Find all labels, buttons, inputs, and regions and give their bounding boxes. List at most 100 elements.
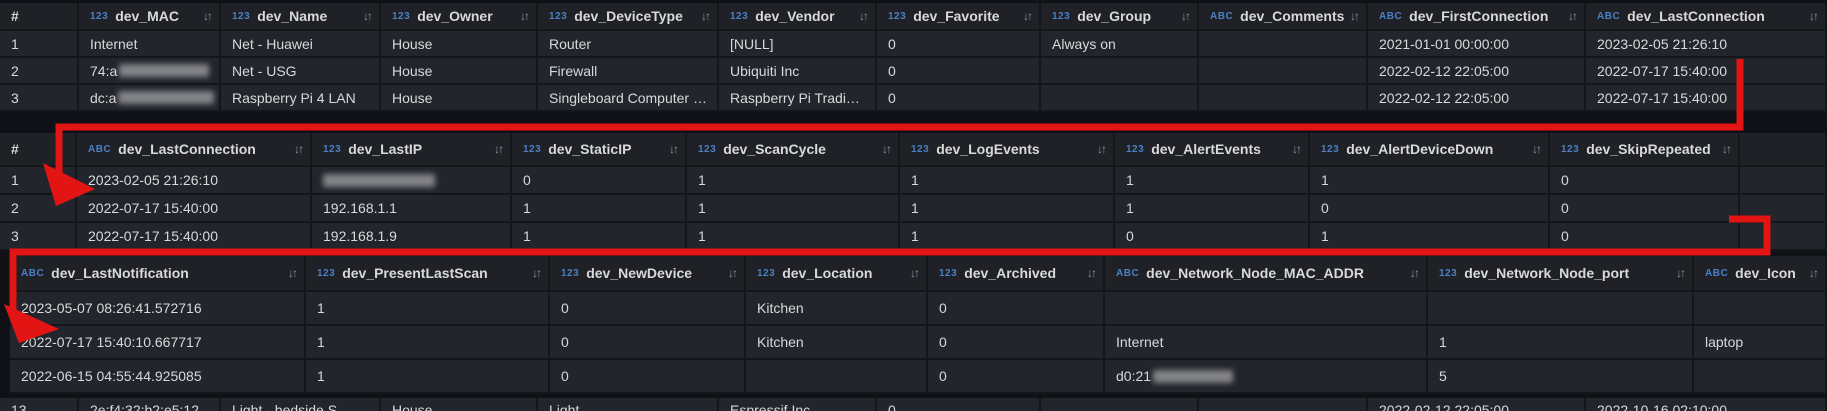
- header-label: dev_AlertDeviceDown: [1346, 141, 1493, 157]
- sort-icon[interactable]: ↓↑: [1097, 142, 1113, 156]
- header-label: #: [11, 8, 19, 24]
- table-cell-#: 2: [0, 195, 77, 223]
- header-label: dev_DeviceType: [574, 8, 683, 24]
- sort-icon[interactable]: ↓↑: [882, 142, 898, 156]
- column-header-dev_Favorite[interactable]: 123dev_Favorite↓↑: [877, 3, 1041, 31]
- column-header-dev_LastConnection[interactable]: ABCdev_LastConnection↓↑: [1586, 3, 1827, 31]
- table-row: 132e:f4:32:b2:e5:12Light - bedside S…Hou…: [0, 398, 1827, 411]
- sort-icon[interactable]: ↓↑: [1410, 266, 1426, 280]
- sort-icon[interactable]: ↓↑: [910, 266, 926, 280]
- column-header-dev_Icon[interactable]: ABCdev_Icon↓↑: [1694, 256, 1827, 292]
- table-cell-dev_PresentLastScan: 1: [306, 326, 550, 360]
- table-cell-dev_Favorite: 0: [877, 58, 1041, 85]
- redacted-blur: [118, 91, 214, 104]
- sort-icon[interactable]: ↓↑: [1087, 266, 1103, 280]
- column-header-dev_Location[interactable]: 123dev_Location↓↑: [746, 256, 928, 292]
- column-header-dev_ScanCycle[interactable]: 123dev_ScanCycle↓↑: [687, 133, 900, 167]
- header-label: dev_LastNotification: [51, 265, 189, 281]
- column-header-dev_Network_Node_port[interactable]: 123 dev_Network_Node_port ↓↑: [1428, 256, 1694, 292]
- sort-icon[interactable]: ↓↑: [669, 142, 685, 156]
- numeric-type-icon: 123: [232, 11, 250, 22]
- table-cell-dev_Archived: 0: [928, 292, 1105, 326]
- numeric-type-icon: 123: [1126, 144, 1144, 155]
- numeric-type-icon: 123: [323, 144, 341, 155]
- sort-icon[interactable]: ↓↑: [1292, 142, 1308, 156]
- header-label: dev_LogEvents: [936, 141, 1039, 157]
- column-header-dev_StaticIP[interactable]: 123dev_StaticIP↓↑: [512, 133, 687, 167]
- string-type-icon: ABC: [1116, 268, 1139, 279]
- table-cell-dev_NewDevice: 0: [550, 360, 746, 394]
- header-label: dev_Name: [257, 8, 327, 24]
- column-header-dev_LastConnection[interactable]: ABCdev_LastConnection↓↑: [77, 133, 312, 167]
- column-header-dev_Group[interactable]: 123dev_Group↓↑: [1041, 3, 1199, 31]
- numeric-type-icon: 123: [1321, 144, 1339, 155]
- column-header-dev_Vendor[interactable]: 123dev_Vendor↓↑: [719, 3, 877, 31]
- sort-icon[interactable]: ↓↑: [1809, 9, 1825, 23]
- column-header-dev_AlertDeviceDown[interactable]: 123 dev_AlertDeviceDown ↓↑: [1310, 133, 1550, 167]
- table-row: 2023-05-07 08:26:41.57271610Kitchen0: [10, 292, 1827, 326]
- table-cell-dev_Comments: [1199, 58, 1368, 85]
- table-cell-dev_Network_Node_MAC_ADDR: Internet: [1105, 326, 1428, 360]
- sort-icon[interactable]: ↓↑: [859, 9, 875, 23]
- sort-icon[interactable]: ↓↑: [203, 9, 219, 23]
- table-cell-dev_Comments: [1199, 398, 1368, 411]
- header-label: dev_Archived: [964, 265, 1056, 281]
- column-header-dev_LogEvents[interactable]: 123 dev_LogEvents ↓↑: [900, 133, 1115, 167]
- column-header-dev_PresentLastScan[interactable]: 123dev_PresentLastScan↓↑: [306, 256, 550, 292]
- string-type-icon: ABC: [1705, 268, 1728, 279]
- numeric-type-icon: 123: [1439, 268, 1457, 279]
- table-cell-dev_LastConnection: 2022-07-17 15:40:00: [1586, 58, 1827, 85]
- column-header-dev_Owner[interactable]: 123dev_Owner↓↑: [381, 3, 538, 31]
- sort-icon[interactable]: ↓↑: [520, 9, 536, 23]
- table-cell-dev_StaticIP: 0: [512, 167, 687, 195]
- cell-text: d0:21: [1116, 368, 1151, 384]
- column-header-dev_Name[interactable]: 123 dev_Name ↓↑: [221, 3, 381, 31]
- table-cell-dev_DeviceType: Light: [538, 398, 719, 411]
- column-header-dev_NewDevice[interactable]: 123 dev_NewDevice ↓↑: [550, 256, 746, 292]
- sort-icon[interactable]: ↓↑: [1676, 266, 1692, 280]
- sort-icon[interactable]: ↓↑: [1568, 9, 1584, 23]
- sort-icon[interactable]: ↓↑: [1350, 9, 1366, 23]
- numeric-type-icon: 123: [911, 144, 929, 155]
- column-header-dev_LastIP[interactable]: 123dev_LastIP↓↑: [312, 133, 512, 167]
- column-header-#[interactable]: #: [0, 3, 79, 31]
- table-cell-dev_LastIP: 192.168.1.1: [312, 195, 512, 223]
- table-cell-dev_Owner: House: [381, 398, 538, 411]
- table-cell-dev_Owner: House: [381, 85, 538, 112]
- sort-icon[interactable]: ↓↑: [1532, 142, 1548, 156]
- column-header-dev_LastNotification[interactable]: ABCdev_LastNotification↓↑: [10, 256, 306, 292]
- table-cell-dev_LogEvents: 1: [900, 195, 1115, 223]
- sort-icon[interactable]: ↓↑: [494, 142, 510, 156]
- sort-icon[interactable]: ↓↑: [701, 9, 717, 23]
- table-cell-dev_Network_Node_port: 1: [1428, 326, 1694, 360]
- header-label: dev_Network_Node_port: [1464, 265, 1629, 281]
- sort-icon[interactable]: ↓↑: [294, 142, 310, 156]
- sort-icon[interactable]: ↓↑: [532, 266, 548, 280]
- numeric-type-icon: 123: [561, 268, 579, 279]
- column-header-dev_Archived[interactable]: 123dev_Archived↓↑: [928, 256, 1105, 292]
- column-header-dev_AlertEvents[interactable]: 123dev_AlertEvents↓↑: [1115, 133, 1310, 167]
- sort-icon[interactable]: ↓↑: [728, 266, 744, 280]
- string-type-icon: ABC: [88, 144, 111, 155]
- column-header-dev_FirstConnection[interactable]: ABCdev_FirstConnection↓↑: [1368, 3, 1586, 31]
- table-cell-dev_Name: Raspberry Pi 4 LAN: [221, 85, 381, 112]
- table-cell-dev_NewDevice: 0: [550, 292, 746, 326]
- table-cell-dev_AlertEvents: 1: [1115, 195, 1310, 223]
- column-header-dev_DeviceType[interactable]: 123dev_DeviceType↓↑: [538, 3, 719, 31]
- column-header-dev_Comments[interactable]: ABCdev_Comments↓↑: [1199, 3, 1368, 31]
- header-label: dev_Favorite: [913, 8, 999, 24]
- sort-icon[interactable]: ↓↑: [1722, 142, 1738, 156]
- header-label: dev_NewDevice: [586, 265, 692, 281]
- column-header-dev_Network_Node_MAC_ADDR[interactable]: ABCdev_Network_Node_MAC_ADDR↓↑: [1105, 256, 1428, 292]
- column-header-dev_MAC[interactable]: 123dev_MAC↓↑: [79, 3, 221, 31]
- sort-icon[interactable]: ↓↑: [1023, 9, 1039, 23]
- sort-icon[interactable]: ↓↑: [288, 266, 304, 280]
- sort-icon[interactable]: ↓↑: [1181, 9, 1197, 23]
- column-header-dev_SkipRepeated[interactable]: 123dev_SkipRepeated↓↑: [1550, 133, 1740, 167]
- sort-icon[interactable]: ↓↑: [1809, 266, 1825, 280]
- table-cell-dev_Name: Light - bedside S…: [221, 398, 381, 411]
- column-header-#[interactable]: #: [0, 133, 77, 167]
- table-cell-dev_LogEvents: 1: [900, 223, 1115, 251]
- sort-icon[interactable]: ↓↑: [363, 9, 379, 23]
- table-panel-devices-view-2: #ABCdev_LastConnection↓↑123dev_LastIP↓↑1…: [0, 133, 1827, 251]
